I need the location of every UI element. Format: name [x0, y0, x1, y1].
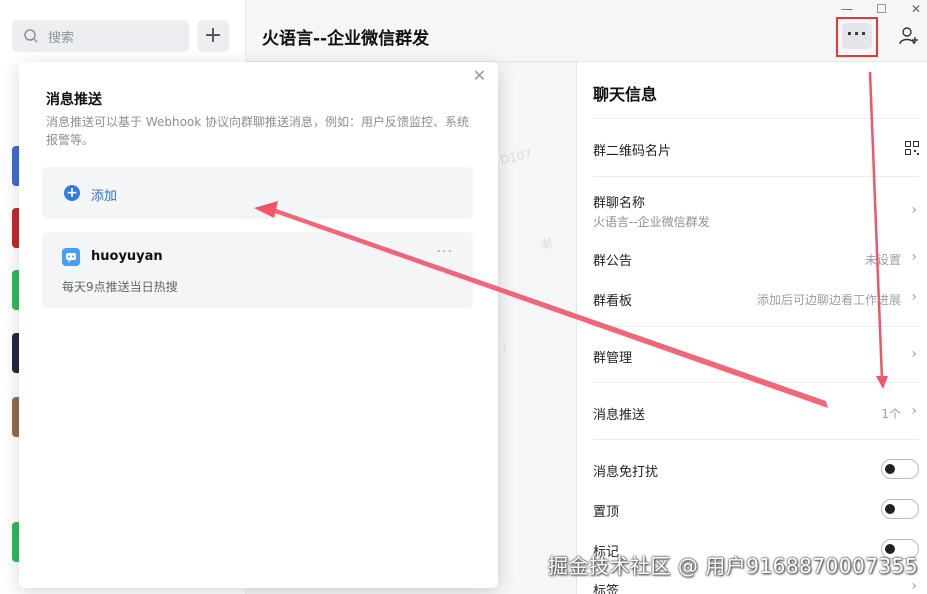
divider: [593, 382, 919, 383]
pin-toggle[interactable]: [881, 499, 919, 519]
group-board-label[interactable]: 群看板: [593, 290, 632, 309]
background-watermark: I: [501, 339, 508, 355]
more-icon[interactable]: ···: [437, 244, 453, 260]
chevron-right-icon: ›: [911, 249, 917, 265]
chevron-right-icon: ›: [911, 289, 917, 305]
group-name-label[interactable]: 群聊名称: [593, 192, 645, 211]
chat-title: 火语言--企业微信群发: [262, 29, 430, 49]
add-webhook-button[interactable]: + 添加: [42, 167, 473, 219]
chevron-right-icon: ›: [911, 578, 917, 594]
add-label: 添加: [91, 189, 118, 204]
pin-label: 置顶: [593, 505, 620, 520]
panel-title: 聊天信息: [593, 85, 658, 104]
popup-description: 消息推送可以基于 Webhook 协议向群聊推送消息，例如：用户反馈监控、系统报…: [46, 115, 470, 147]
chat-header: 火语言--企业微信群发: [246, 0, 927, 62]
search-input[interactable]: 搜索: [12, 20, 189, 52]
search-placeholder: 搜索: [48, 31, 75, 46]
chat-info-panel: 聊天信息 群二维码名片 群聊名称 火语言--企业微信群发 › 群公告 未设置 ›…: [576, 62, 927, 594]
close-button[interactable]: ✕: [911, 2, 921, 16]
group-notice-value: 未设置: [864, 253, 901, 267]
divider: [593, 176, 919, 177]
do-not-disturb-toggle[interactable]: [881, 459, 919, 479]
tags-label[interactable]: 标签: [593, 580, 619, 594]
more-options-button[interactable]: ···: [842, 23, 872, 49]
close-icon[interactable]: ✕: [473, 66, 486, 85]
group-manage-label[interactable]: 群管理: [593, 347, 632, 366]
divider: [593, 118, 919, 119]
background-watermark: D107: [498, 146, 534, 168]
chevron-right-icon: ›: [911, 202, 917, 218]
background-watermark: 谢: [538, 235, 554, 253]
message-push-label[interactable]: 消息推送: [593, 404, 645, 423]
group-name-value: 火语言--企业微信群发: [593, 215, 710, 229]
qrcode-icon[interactable]: [905, 141, 919, 155]
chevron-right-icon: ›: [911, 403, 917, 419]
site-watermark: 掘金技术社区 @ 用户9168870007355: [548, 554, 919, 578]
plus-circle-icon: +: [64, 185, 80, 201]
bot-name: huoyuyan: [91, 249, 163, 264]
divider: [593, 439, 919, 440]
group-qrcode-label[interactable]: 群二维码名片: [593, 140, 671, 159]
maximize-button[interactable]: ☐: [876, 2, 887, 16]
bot-icon: [62, 248, 80, 266]
search-icon: [24, 29, 38, 43]
group-notice-label[interactable]: 群公告: [593, 250, 632, 269]
message-push-popup: ✕ 消息推送 消息推送可以基于 Webhook 协议向群聊推送消息，例如：用户反…: [19, 62, 498, 588]
divider: [593, 326, 919, 327]
popup-title: 消息推送: [46, 92, 102, 108]
chevron-right-icon: ›: [911, 346, 917, 362]
add-member-icon[interactable]: [898, 25, 920, 47]
do-not-disturb-label: 消息免打扰: [593, 465, 659, 480]
minimize-button[interactable]: —: [841, 2, 853, 16]
webhook-bot-card[interactable]: huoyuyan ··· 每天9点推送当日热搜: [42, 232, 473, 308]
bot-description: 每天9点推送当日热搜: [62, 280, 178, 294]
group-board-value: 添加后可边聊边看工作进展: [756, 293, 901, 307]
add-button[interactable]: +: [197, 20, 229, 52]
message-push-count: 1个: [881, 407, 901, 421]
